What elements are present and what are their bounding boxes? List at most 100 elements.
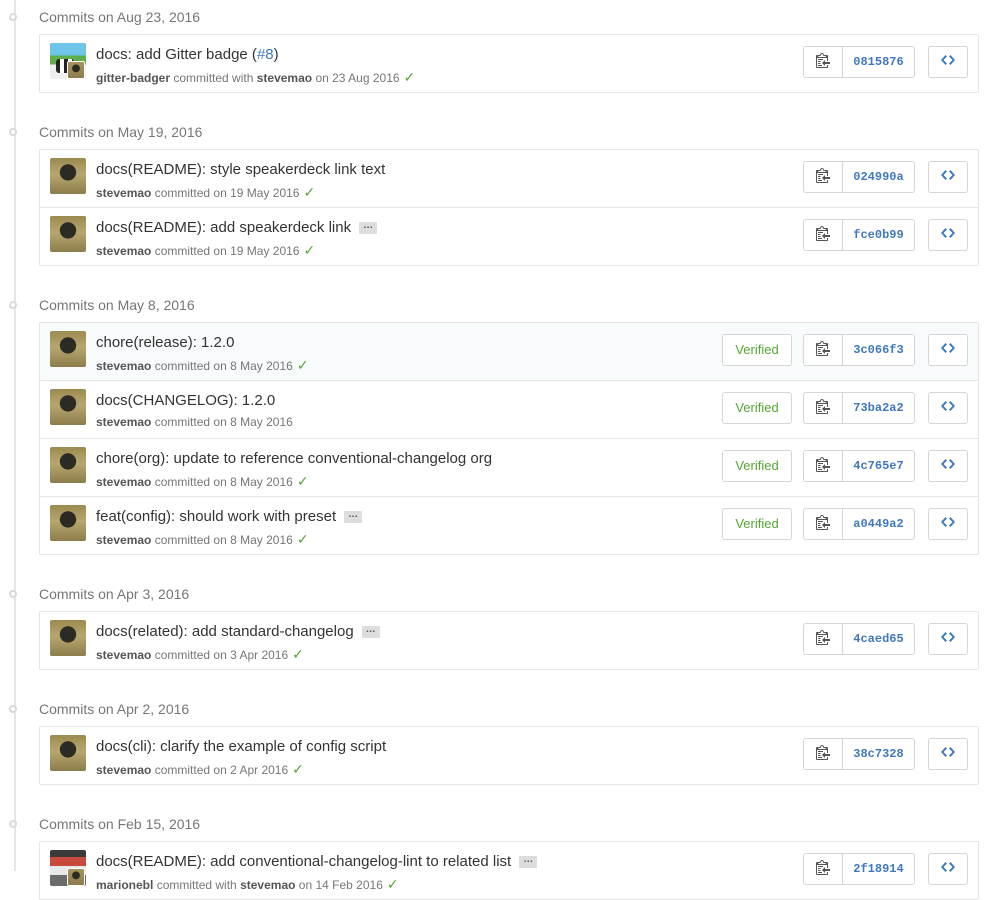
check-icon[interactable]: ✓ [297,357,309,373]
commit-sha-link[interactable]: fce0b99 [843,220,914,250]
expand-message-button[interactable]: … [361,625,380,639]
copy-sha-button[interactable] [804,47,843,77]
commit-group-header: Commits on May 8, 2016 [0,288,993,322]
commit-group-header: Commits on May 19, 2016 [0,115,993,149]
commit-sha-link[interactable]: 2f18914 [843,854,914,884]
commit-title-link[interactable]: docs(cli): clarify the example of config… [96,738,386,755]
browse-repository-button[interactable] [928,46,968,78]
browse-repository-button[interactable] [928,623,968,655]
commit-date: on 8 May 2016 [213,415,293,429]
timeline-dot-icon [9,705,17,713]
copy-sha-button[interactable] [804,854,843,884]
copy-sha-button[interactable] [804,393,843,423]
copy-sha-button[interactable] [804,220,843,250]
commit-author[interactable]: stevemao [96,244,151,258]
commit-coauthor[interactable]: stevemao [257,71,312,85]
verified-badge[interactable]: Verified [722,508,792,540]
check-icon[interactable]: ✓ [387,876,399,892]
commit-group-date: Commits on Apr 3, 2016 [39,586,190,602]
browse-repository-button[interactable] [928,853,968,885]
commit-author[interactable]: marionebl [96,878,153,892]
commit-list: docs(README): style speakerdeck link tex… [39,149,979,266]
commit-author[interactable]: stevemao [96,475,151,489]
avatar[interactable] [50,735,86,771]
check-icon[interactable]: ✓ [292,761,304,777]
commit-sha-link[interactable]: 73ba2a2 [843,393,914,423]
commit-title-link[interactable]: docs(README): style speakerdeck link tex… [96,161,385,178]
browse-repository-button[interactable] [928,738,968,770]
commit-sha-link[interactable]: 4c765e7 [843,451,914,481]
commit-title-suffix[interactable]: ) [274,46,279,63]
expand-message-button[interactable]: … [359,221,378,235]
commit-sha-link[interactable]: a0449a2 [843,509,914,539]
verified-badge[interactable]: Verified [722,392,792,424]
commit-sha-link[interactable]: 3c066f3 [843,335,914,365]
commit-author[interactable]: stevemao [96,415,151,429]
copy-sha-button[interactable] [804,624,843,654]
expand-message-button[interactable]: … [519,855,538,869]
browse-repository-button[interactable] [928,334,968,366]
commit-title-link[interactable]: docs(CHANGELOG): 1.2.0 [96,392,275,409]
commit-action: committed with [173,71,254,85]
commit-title-link[interactable]: docs(README): add speakerdeck link [96,219,351,236]
verified-badge[interactable]: Verified [722,334,792,366]
commit-author[interactable]: stevemao [96,359,151,373]
avatar[interactable] [50,216,86,252]
check-icon[interactable]: ✓ [303,184,315,200]
browse-repository-button[interactable] [928,392,968,424]
issue-link[interactable]: #8 [257,46,274,63]
commit-title-link[interactable]: chore(release): 1.2.0 [96,334,234,351]
commit-row: docs(related): add standard-changelog … st… [40,612,978,669]
commit-author[interactable]: stevemao [96,763,151,777]
coauthor-avatar[interactable] [67,61,85,79]
check-icon[interactable]: ✓ [404,69,416,85]
commit-title-link[interactable]: feat(config): should work with preset [96,508,336,525]
check-icon[interactable]: ✓ [297,531,309,547]
commit-author[interactable]: stevemao [96,533,151,547]
commit-meta: stevemao committed on 8 May 2016 ✓ [96,357,309,374]
avatar[interactable] [50,505,86,541]
commit-title-link[interactable]: chore(org): update to reference conventi… [96,450,492,467]
commit-sha-link[interactable]: 38c7328 [843,739,914,769]
copy-sha-button[interactable] [804,451,843,481]
sha-button-group: a0449a2 [803,508,915,540]
commit-author[interactable]: gitter-badger [96,71,170,85]
copy-sha-button[interactable] [804,162,843,192]
commit-sha-link[interactable]: 024990a [843,162,914,192]
browse-repository-button[interactable] [928,161,968,193]
avatar[interactable] [50,331,86,367]
commit-sha-link[interactable]: 0815876 [843,47,914,77]
code-icon [941,629,955,650]
commit-author[interactable]: stevemao [96,648,151,662]
avatar[interactable] [50,447,86,483]
check-icon[interactable]: ✓ [297,473,309,489]
copy-sha-button[interactable] [804,509,843,539]
avatar[interactable] [50,620,86,656]
browse-repository-button[interactable] [928,508,968,540]
avatar[interactable] [50,389,86,425]
commit-title-link[interactable]: docs(related): add standard-changelog [96,623,354,640]
expand-message-button[interactable]: … [344,510,363,524]
commit-history: Commits on Aug 23, 2016 docs: add Gitter … [0,0,993,900]
check-icon[interactable]: ✓ [303,242,315,258]
check-icon[interactable]: ✓ [292,646,304,662]
browse-repository-button[interactable] [928,219,968,251]
commit-message: chore(release): 1.2.0 [96,334,234,351]
browse-repository-button[interactable] [928,450,968,482]
timeline-dot-icon [9,590,17,598]
commit-date: on 8 May 2016 [213,475,293,489]
verified-badge[interactable]: Verified [722,450,792,482]
commit-group: Commits on Apr 3, 2016 docs(related): add… [0,577,993,670]
clipboard-icon [816,744,830,765]
commit-coauthor[interactable]: stevemao [240,878,295,892]
avatar[interactable] [50,158,86,194]
commit-sha-link[interactable]: 4caed65 [843,624,914,654]
commit-action: committed with [156,878,237,892]
copy-sha-button[interactable] [804,739,843,769]
clipboard-icon [816,225,830,246]
commit-title-link[interactable]: docs(README): add conventional-changelog… [96,853,511,870]
commit-author[interactable]: stevemao [96,186,151,200]
commit-title-link[interactable]: docs: add Gitter badge ( [96,46,257,63]
commit-action: committed [154,359,211,373]
copy-sha-button[interactable] [804,335,843,365]
